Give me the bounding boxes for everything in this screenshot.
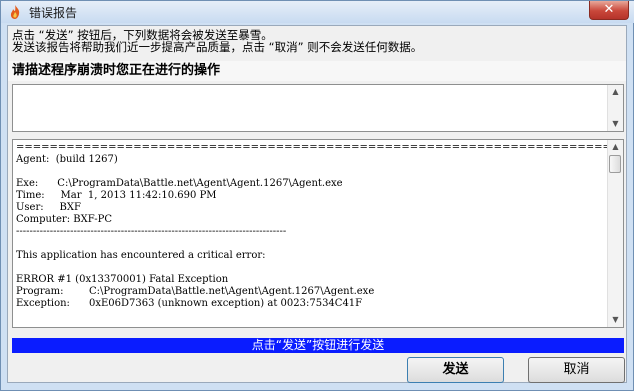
send-button[interactable]: 发送	[407, 357, 504, 383]
close-icon: ✕	[603, 2, 615, 17]
error-log-textarea[interactable]: ========================================…	[12, 139, 624, 328]
crash-description-input[interactable]: ▲ ▼	[12, 84, 624, 132]
dialog-body: 点击 “发送” 按钮后，下列数据将会被发送至暴雪。 发送该报告将帮助我们近一步提…	[7, 25, 627, 383]
intro-line-2: 发送该报告将帮助我们近一步提高产品质量，点击 “取消” 则不会发送任何数据。	[12, 40, 423, 54]
log-scroll-thumb[interactable]	[609, 155, 621, 173]
intro-text: 点击 “发送” 按钮后，下列数据将会被发送至暴雪。 发送该报告将帮助我们近一步提…	[12, 29, 422, 53]
scroll-up-arrow-icon[interactable]: ▲	[608, 85, 623, 99]
scroll-down-arrow-icon[interactable]: ▼	[608, 313, 623, 327]
flame-icon	[7, 4, 23, 20]
scroll-up-arrow-icon[interactable]: ▲	[608, 140, 623, 154]
error-log-text: ========================================…	[16, 142, 624, 309]
window-title: 错误报告	[29, 6, 78, 20]
title-bar: 错误报告 ✕	[1, 1, 634, 23]
description-scrollbar[interactable]: ▲ ▼	[607, 85, 623, 131]
describe-heading: 请描述程序崩溃时您正在进行的操作	[8, 61, 626, 81]
scroll-down-arrow-icon[interactable]: ▼	[608, 117, 623, 131]
status-banner: 点击“发送”按钮进行发送	[12, 338, 624, 353]
log-scrollbar[interactable]: ▲ ▼	[607, 140, 623, 327]
error-report-window: 错误报告 ✕ 点击 “发送” 按钮后，下列数据将会被发送至暴雪。 发送该报告将帮…	[0, 0, 634, 391]
close-button[interactable]: ✕	[589, 1, 629, 20]
cancel-button[interactable]: 取消	[528, 357, 625, 383]
